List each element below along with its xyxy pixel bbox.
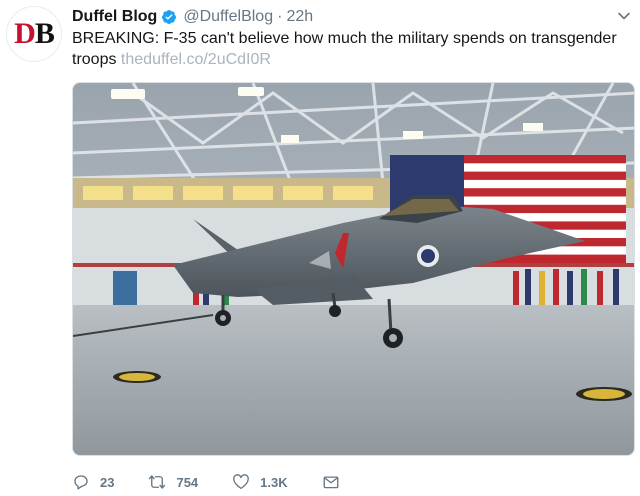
tweet-timestamp[interactable]: 22h — [286, 8, 313, 26]
tweet-header: Duffel Blog @DuffelBlog · 22h — [72, 6, 313, 28]
envelope-icon — [323, 476, 339, 489]
tweet-text: BREAKING: F-35 can't believe how much th… — [72, 28, 632, 70]
direct-message-button[interactable] — [322, 473, 350, 491]
author-name[interactable]: Duffel Blog — [72, 8, 157, 26]
retweet-icon — [149, 475, 166, 489]
tweet-link[interactable]: theduffel.co/2uCdI0R — [121, 51, 271, 68]
author-handle[interactable]: @DuffelBlog — [183, 8, 273, 26]
reply-count: 23 — [100, 474, 115, 490]
tweet-actions: 23 754 1.3K — [72, 472, 384, 492]
retweet-button[interactable]: 754 — [148, 473, 198, 491]
heart-icon — [233, 474, 250, 490]
tweet-card: DB Duffel Blog @DuffelBlog · 22h BREAKIN… — [0, 0, 640, 496]
reply-icon — [74, 475, 88, 490]
avatar-letter-b: B — [34, 17, 55, 50]
like-button[interactable]: 1.3K — [232, 473, 288, 491]
chevron-down-icon[interactable] — [616, 8, 632, 24]
retweet-count: 754 — [176, 474, 199, 490]
reply-button[interactable]: 23 — [72, 473, 114, 491]
tweet-photo[interactable] — [72, 82, 635, 456]
f35-hangar-photo — [73, 83, 634, 455]
like-count: 1.3K — [260, 474, 288, 490]
verified-badge-icon — [161, 9, 177, 25]
avatar[interactable]: DB — [6, 6, 62, 62]
header-separator: · — [277, 8, 283, 25]
avatar-letter-d: D — [14, 17, 36, 50]
